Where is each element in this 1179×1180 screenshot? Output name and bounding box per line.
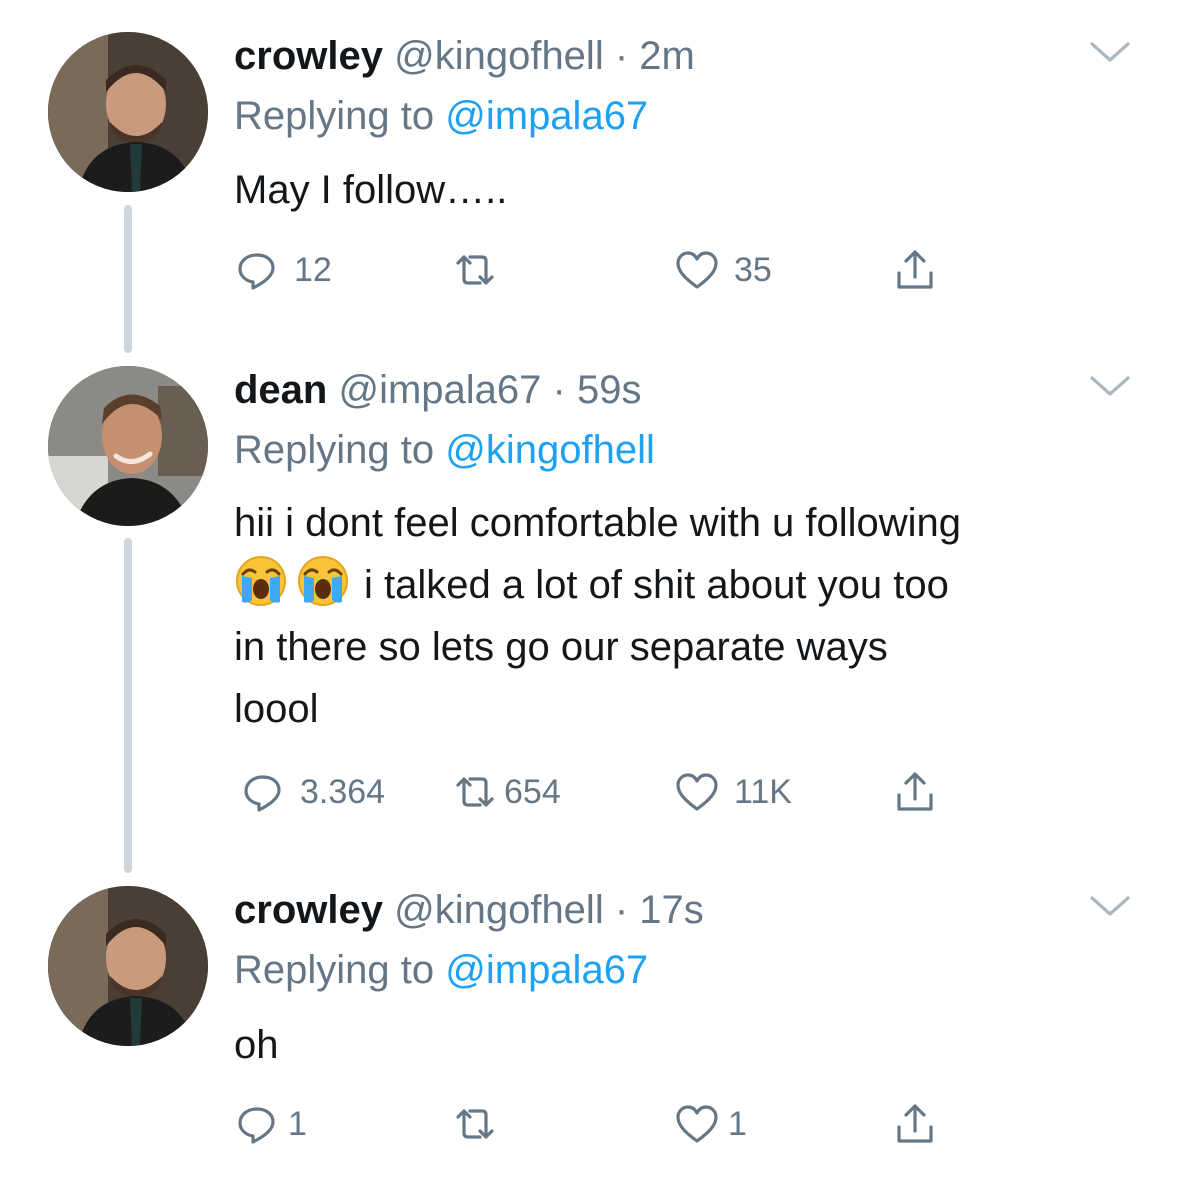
- reply-count: 1: [288, 1104, 307, 1143]
- avatar[interactable]: [48, 32, 208, 192]
- tweet[interactable]: crowley @kingofhell · 17s Replying to @i…: [0, 886, 1179, 1166]
- mention-link[interactable]: @impala67: [445, 948, 648, 992]
- like-icon: [676, 1105, 718, 1143]
- mention-link[interactable]: @kingofhell: [445, 428, 655, 472]
- replying-label: Replying to: [234, 94, 435, 138]
- share-button[interactable]: [892, 766, 938, 818]
- loudly-crying-face-icon: [297, 555, 349, 607]
- replying-label: Replying to: [234, 948, 435, 992]
- retweet-count: 654: [504, 772, 561, 811]
- like-count: 11K: [734, 772, 792, 811]
- separator-dot: ·: [614, 34, 629, 78]
- tweet[interactable]: dean @impala67 · 59s Replying to @kingof…: [0, 366, 1179, 856]
- tweet-text-line: i talked a lot of shit about you too: [234, 554, 1134, 616]
- chevron-down-icon[interactable]: [1088, 38, 1132, 68]
- tweet-text: May I follow…..: [234, 159, 1134, 221]
- like-count: 1: [728, 1104, 747, 1143]
- reply-icon: [238, 1107, 275, 1144]
- chevron-down-icon[interactable]: [1088, 892, 1132, 922]
- reply-button[interactable]: 3.364: [240, 766, 385, 818]
- reply-icon: [238, 253, 275, 290]
- tweet-text-line: oh: [234, 1023, 279, 1067]
- replying-to: Replying to @kingofhell: [234, 426, 655, 474]
- tweet-header: crowley @kingofhell · 2m: [234, 32, 695, 80]
- timestamp[interactable]: 17s: [639, 888, 704, 932]
- separator-dot: ·: [614, 888, 629, 932]
- tweet-header: crowley @kingofhell · 17s: [234, 886, 704, 934]
- tweet-header: dean @impala67 · 59s: [234, 366, 642, 414]
- tweet-actions: 12 35: [234, 244, 954, 296]
- avatar[interactable]: [48, 886, 208, 1046]
- chevron-down-icon[interactable]: [1088, 372, 1132, 402]
- user-handle[interactable]: @impala67: [338, 368, 541, 412]
- reply-count: 3.364: [300, 772, 386, 811]
- tweet-text: oh: [234, 1014, 1134, 1076]
- share-icon: [897, 1104, 933, 1143]
- display-name[interactable]: crowley: [234, 888, 383, 932]
- retweet-icon: [456, 777, 494, 807]
- like-icon: [676, 773, 718, 811]
- tweet-text-segment: i talked a lot of shit about you too: [364, 563, 949, 607]
- tweet-text-line: hii i dont feel comfortable with u follo…: [234, 501, 962, 545]
- timestamp[interactable]: 2m: [639, 34, 695, 78]
- reply-count: 12: [294, 250, 332, 289]
- share-button[interactable]: [892, 244, 938, 296]
- separator-dot: ·: [552, 368, 566, 412]
- avatar[interactable]: [48, 366, 208, 526]
- avatar-image: [48, 32, 208, 192]
- display-name[interactable]: crowley: [234, 34, 383, 78]
- tweet-text-line: in there so lets go our separate ways: [234, 625, 888, 669]
- share-icon: [897, 772, 933, 811]
- like-count: 35: [734, 250, 772, 289]
- mention-link[interactable]: @impala67: [445, 94, 648, 138]
- tweet-actions: 3.364 654 11K: [234, 766, 954, 818]
- user-handle[interactable]: @kingofhell: [394, 34, 604, 78]
- avatar-image: [48, 366, 208, 526]
- tweet-text-line: loool: [234, 687, 319, 731]
- timestamp[interactable]: 59s: [577, 368, 642, 412]
- share-icon: [897, 250, 933, 289]
- replying-label: Replying to: [234, 428, 435, 472]
- loudly-crying-face-icon: [235, 555, 287, 607]
- retweet-icon: [456, 1109, 494, 1139]
- user-handle[interactable]: @kingofhell: [394, 888, 604, 932]
- replying-to: Replying to @impala67: [234, 946, 648, 994]
- retweet-icon: [456, 255, 494, 285]
- reply-icon: [244, 775, 281, 812]
- retweet-button[interactable]: [452, 1098, 512, 1150]
- tweet[interactable]: crowley @kingofhell · 2m Replying to @im…: [0, 32, 1179, 332]
- replying-to: Replying to @impala67: [234, 92, 648, 140]
- like-icon: [676, 251, 718, 289]
- retweet-button[interactable]: 654: [452, 766, 561, 818]
- like-button[interactable]: 11K: [674, 766, 792, 818]
- reply-button[interactable]: 12: [234, 244, 332, 296]
- retweet-button[interactable]: [452, 244, 512, 296]
- display-name[interactable]: dean: [234, 368, 327, 412]
- reply-button[interactable]: 1: [234, 1098, 307, 1150]
- like-button[interactable]: 1: [674, 1098, 747, 1150]
- tweet-text: hii i dont feel comfortable with u follo…: [234, 492, 1134, 740]
- share-button[interactable]: [892, 1098, 938, 1150]
- like-button[interactable]: 35: [674, 244, 772, 296]
- tweet-actions: 1 1: [234, 1098, 954, 1150]
- tweet-text-line: May I follow…..: [234, 168, 508, 212]
- avatar-image: [48, 886, 208, 1046]
